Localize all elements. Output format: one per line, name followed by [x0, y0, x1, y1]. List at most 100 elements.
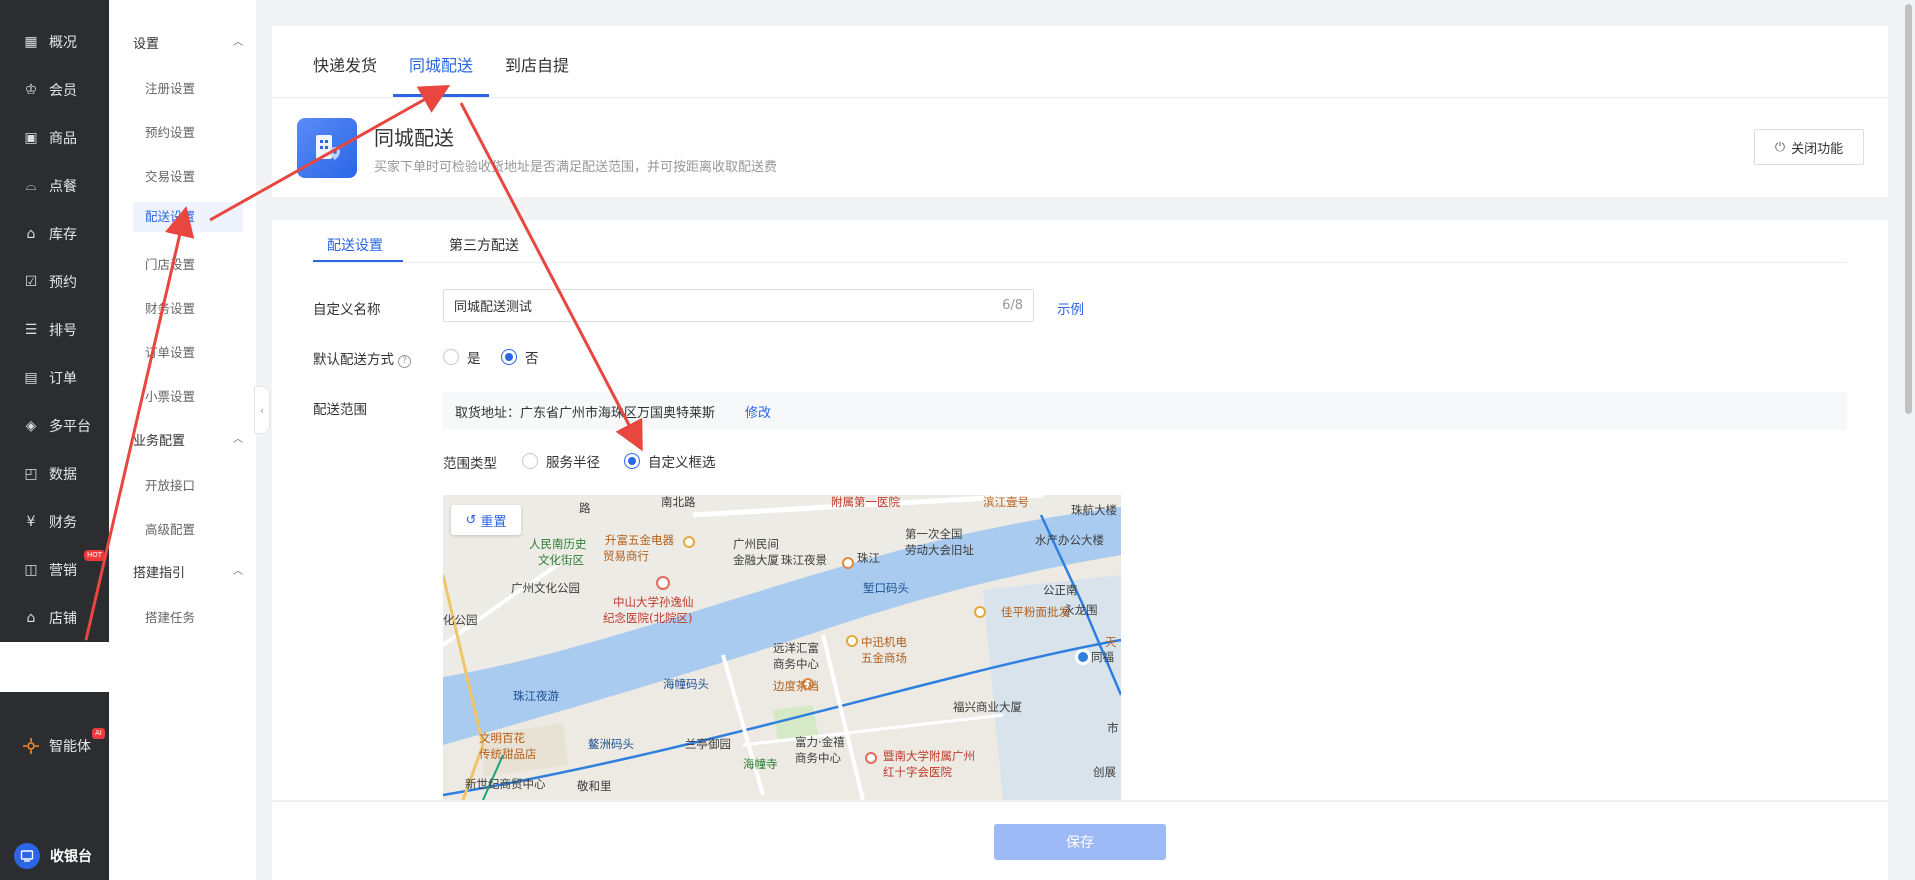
cashier-button[interactable]: 收银台	[14, 843, 92, 869]
dining-cloche-icon: ⌓	[25, 178, 37, 194]
custom-name-value: 同城配送测试	[454, 300, 533, 315]
map-poi-label: 五金商场	[861, 651, 907, 665]
nav-item-7[interactable]: ▤ 订单	[0, 354, 109, 402]
subnav-item-group2-1[interactable]: 高级配置	[145, 519, 195, 538]
feature-header: 同城配送 买家下单时可检验收货地址是否满足配送范围，并可按距离收取配送费 ⏻ 关…	[272, 98, 1888, 197]
map-poi-label: 福兴商业大厦	[953, 700, 1022, 714]
delivery-range-map[interactable]: ↺ 重置 附属第一医院 滨江壹号 珠航大楼 人民南历史 文化街区 升富五金电器 贸易商行 广州…	[443, 495, 1121, 800]
tab-express[interactable]: 快递发货	[313, 52, 377, 76]
map-poi-label: 传统甜品店	[479, 747, 537, 761]
radio-label: 否	[525, 351, 539, 367]
subnav-item-group3-0[interactable]: 搭建任务	[145, 607, 195, 626]
map-poi-label: 商务中心	[773, 657, 819, 671]
subnav-group-title: 业务配置	[133, 434, 186, 449]
subnav-item-group1-6[interactable]: 订单设置	[145, 342, 195, 361]
nav-item-1[interactable]: ♔ 会员	[0, 66, 109, 114]
subnav-group-settings[interactable]: 设置 ︿	[133, 33, 243, 52]
map-reset-button[interactable]: ↺ 重置	[451, 505, 521, 535]
map-poi-label: 暨南大学附属广州	[883, 749, 975, 763]
nav-item-label: 概况	[49, 35, 77, 51]
map-poi-label: 珠江	[857, 551, 880, 565]
map-poi-label: 兰亭御园	[685, 737, 731, 751]
delivery-header-card: 快递发货 同城配送 到店自提 同城配送 买家下单时可检验收货地址是否满足配送范围…	[272, 26, 1888, 197]
nav-item-0[interactable]: ▦ 概况	[0, 18, 109, 66]
subnav-item-group1-2[interactable]: 交易设置	[145, 166, 195, 185]
collapse-sidebar-handle[interactable]: ‹	[254, 386, 270, 434]
subnav-item-group2-0[interactable]: 开放接口	[145, 475, 195, 494]
default-no-radio[interactable]: 否	[501, 347, 539, 367]
nav-item-9[interactable]: ◰ 数据	[0, 450, 109, 498]
chevron-left-icon: ‹	[259, 403, 265, 417]
range-radius-radio[interactable]: 服务半径	[522, 451, 600, 471]
nav-item-3[interactable]: ⌓ 点餐	[0, 162, 109, 210]
map-poi-label: 附属第一医院	[831, 495, 900, 509]
tab-store-pickup[interactable]: 到店自提	[505, 52, 569, 76]
example-link[interactable]: 示例	[1057, 298, 1084, 318]
divider	[313, 262, 1847, 263]
nav-item-11[interactable]: ◫ 营销 HOT	[0, 546, 109, 594]
map-poi-label: 南北路	[661, 495, 696, 509]
nav-item-4[interactable]: ⌂ 库存	[0, 210, 109, 258]
feature-description: 买家下单时可检验收货地址是否满足配送范围，并可按距离收取配送费	[374, 160, 778, 175]
custom-name-input[interactable]: 同城配送测试 6/8	[443, 289, 1034, 322]
refresh-icon: ↺	[465, 512, 477, 528]
nav-active-gap	[0, 642, 109, 692]
subnav-item-group1-7[interactable]: 小票设置	[145, 386, 195, 405]
data-chart-icon: ◰	[24, 466, 38, 482]
scrollbar-thumb[interactable]	[1905, 4, 1912, 414]
edit-pickup-link[interactable]: 修改	[745, 402, 771, 421]
nav-item-6[interactable]: ☰ 排号	[0, 306, 109, 354]
radio-label: 服务半径	[546, 455, 600, 471]
map-poi-label: 文明百花	[479, 731, 525, 745]
map-poi-label: 水产办公大楼	[1035, 533, 1104, 547]
nav-item-label: 订单	[49, 371, 77, 387]
nav-item-8[interactable]: ◈ 多平台	[0, 402, 109, 450]
nav-item-label: 排号	[49, 323, 77, 339]
member-crown-icon: ♔	[24, 82, 38, 98]
subnav-item-group1-0[interactable]: 注册设置	[145, 78, 195, 97]
save-button[interactable]: 保存	[994, 824, 1166, 860]
subnav-group-guide[interactable]: 搭建指引 ︿	[133, 562, 243, 581]
nav-item-label: 点餐	[49, 179, 77, 195]
subnav-item-group1-1[interactable]: 预约设置	[145, 122, 195, 141]
tab-third-party-delivery[interactable]: 第三方配送	[449, 235, 519, 255]
nav-item-ai-agent[interactable]: 智能体 AI	[0, 722, 109, 770]
sub-nav: 设置 ︿ 注册设置预约设置交易设置配送设置门店设置财务设置订单设置小票设置 业务…	[109, 0, 256, 880]
map-poi-label: 升富五金电器	[605, 533, 674, 547]
map-poi-label: 中迅机电	[861, 635, 907, 649]
nav-item-label: 预约	[49, 275, 77, 291]
cashier-icon	[14, 843, 40, 869]
nav-item-10[interactable]: ¥ 财务	[0, 498, 109, 546]
map-poi-label: 敬和里	[577, 779, 612, 793]
nav-item-label: 库存	[49, 227, 77, 243]
chevron-up-icon: ︿	[233, 434, 243, 445]
hot-badge: HOT	[84, 550, 106, 561]
nav-item-12[interactable]: ⌂ 店铺	[0, 594, 109, 642]
nav-item-label: 商品	[49, 131, 77, 147]
overview-icon: ▦	[24, 34, 38, 50]
subnav-item-group1-3[interactable]: 配送设置	[133, 202, 243, 232]
goods-box-icon: ▣	[24, 130, 38, 146]
subnav-item-group1-4[interactable]: 门店设置	[145, 254, 195, 273]
queue-number-icon: ☰	[24, 322, 38, 338]
map-poi-label: 金融大厦	[733, 553, 779, 567]
subnav-group-business[interactable]: 业务配置 ︿	[133, 430, 243, 449]
nav-item-2[interactable]: ▣ 商品	[0, 114, 109, 162]
radio-circle-selected	[501, 349, 517, 365]
radio-circle-selected	[624, 453, 640, 469]
building-location-icon	[297, 118, 357, 178]
map-poi-label: 文化街区	[538, 553, 584, 567]
ai-badge: AI	[92, 728, 105, 739]
nav-item-5[interactable]: ☑ 预约	[0, 258, 109, 306]
default-yes-radio[interactable]: 是	[443, 347, 481, 367]
cashier-label: 收银台	[50, 849, 92, 865]
subnav-item-group1-5[interactable]: 财务设置	[145, 298, 195, 317]
range-custom-radio[interactable]: 自定义框选	[624, 451, 716, 471]
chevron-up-icon: ︿	[233, 566, 243, 577]
tab-local-delivery[interactable]: 同城配送	[409, 52, 473, 76]
close-feature-button[interactable]: ⏻ 关闭功能	[1754, 129, 1864, 165]
help-icon[interactable]: ?	[398, 355, 411, 368]
tab-delivery-settings[interactable]: 配送设置	[327, 235, 383, 255]
page-scrollbar[interactable]	[1903, 0, 1915, 880]
map-poi-label: 同福	[1091, 650, 1114, 664]
